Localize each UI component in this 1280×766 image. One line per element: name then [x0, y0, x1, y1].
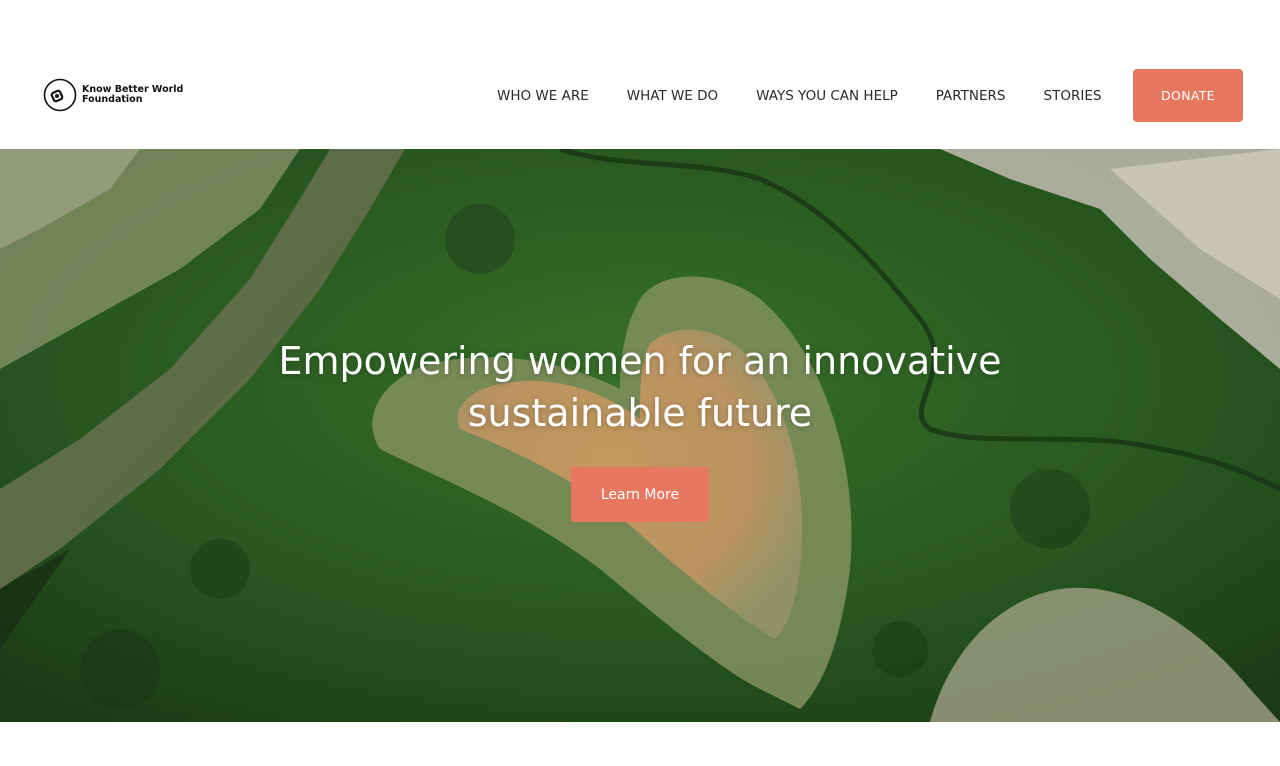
nav-item-who-we-are[interactable]: WHO WE ARE [497, 88, 589, 104]
learn-more-button[interactable]: Learn More [571, 467, 709, 522]
logo-wordmark: Know Better World Foundation [82, 85, 183, 105]
nav-item-stories[interactable]: STORIES [1044, 88, 1102, 104]
hero-section: Empowering women for an innovative susta… [0, 149, 1280, 722]
hero-title-line-2: sustainable future [467, 391, 813, 435]
logo-mark-icon [43, 78, 77, 112]
hero-title: Empowering women for an innovative susta… [190, 335, 1090, 439]
nav-item-partners[interactable]: PARTNERS [936, 88, 1006, 104]
donate-button[interactable]: DONATE [1133, 69, 1243, 122]
main-nav: WHO WE ARE WHAT WE DO WAYS YOU CAN HELP … [497, 86, 1101, 106]
logo-link[interactable]: Know Better World Foundation [43, 78, 183, 112]
logo-line-2: Foundation [82, 94, 143, 105]
nav-item-what-we-do[interactable]: WHAT WE DO [627, 88, 718, 104]
site-header: Know Better World Foundation WHO WE ARE … [0, 0, 1280, 149]
hero-title-line-1: Empowering women for an innovative [278, 339, 1002, 383]
nav-item-ways-you-can-help[interactable]: WAYS YOU CAN HELP [756, 88, 898, 104]
